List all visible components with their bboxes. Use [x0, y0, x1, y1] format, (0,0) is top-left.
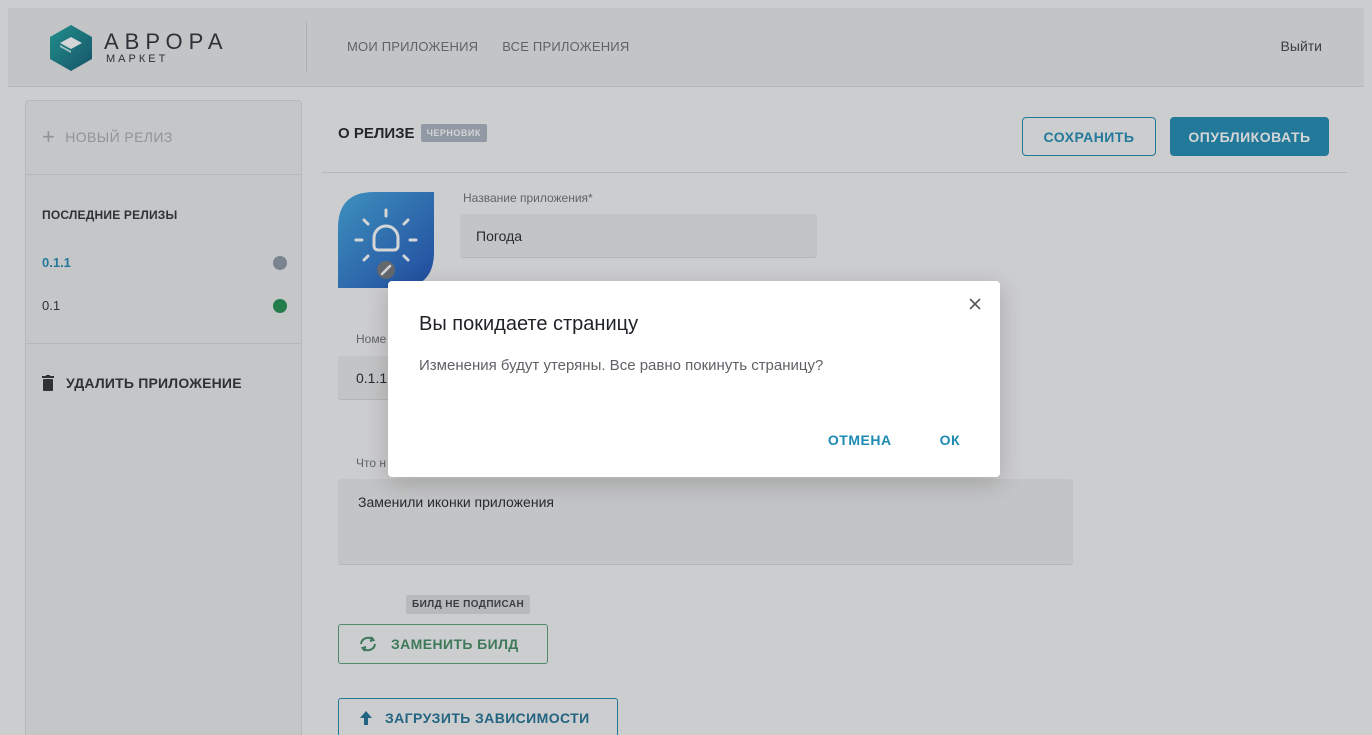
close-icon	[969, 298, 981, 310]
cancel-button[interactable]: ОТМЕНА	[828, 432, 892, 448]
dialog-title: Вы покидаете страницу	[419, 313, 639, 335]
ok-button[interactable]: ОК	[940, 432, 960, 448]
dialog-actions: ОТМЕНА ОК	[828, 432, 960, 448]
dialog-text: Изменения будут утеряны. Все равно покин…	[419, 357, 824, 374]
leave-page-dialog: Вы покидаете страницу Изменения будут ут…	[388, 281, 1000, 477]
close-button[interactable]	[964, 293, 986, 315]
